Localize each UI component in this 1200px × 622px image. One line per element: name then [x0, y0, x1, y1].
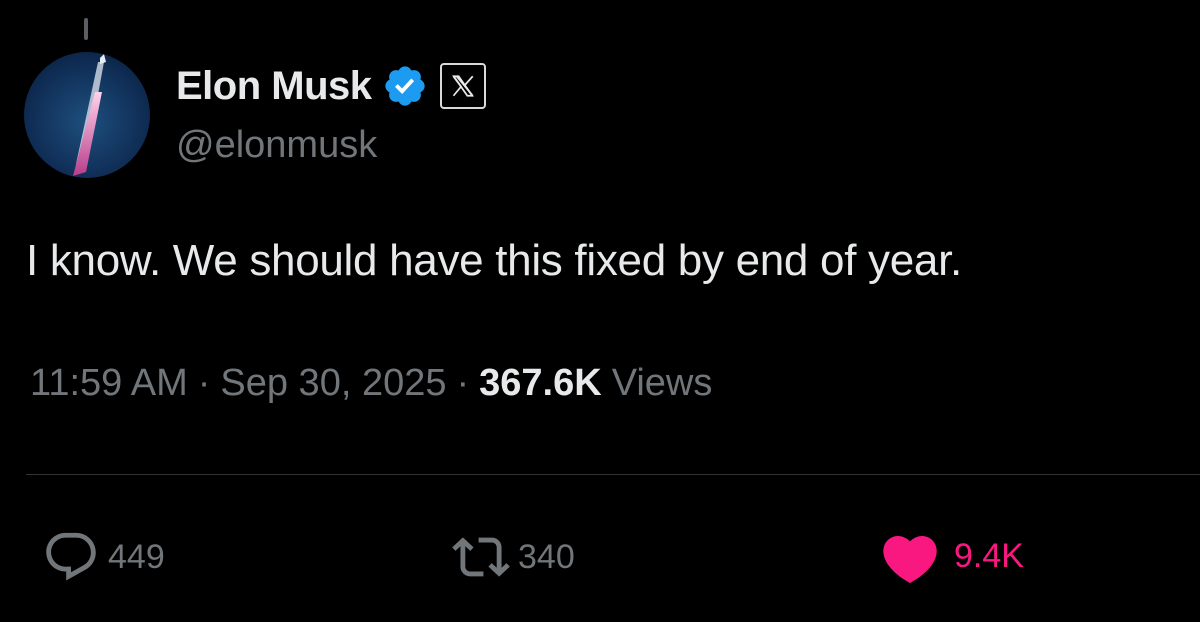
reply-count: 449: [108, 537, 165, 576]
like-count: 9.4K: [954, 536, 1024, 575]
tweet-text: I know. We should have this fixed by end…: [26, 236, 962, 285]
heart-icon: [883, 536, 937, 584]
retweet-icon: [452, 537, 510, 577]
thread-connector-line: [84, 18, 88, 40]
divider: [26, 474, 1200, 475]
reply-button[interactable]: 449: [42, 528, 165, 586]
meta-separator: ·: [197, 362, 211, 404]
action-bar: 449 340 9.4K: [0, 520, 1200, 590]
reply-icon: [46, 532, 96, 581]
tweet-time[interactable]: 11:59 AM: [30, 362, 188, 405]
verified-badge-icon[interactable]: [382, 63, 428, 109]
meta-separator: ·: [456, 362, 470, 404]
views-count[interactable]: 367.6K: [479, 362, 602, 405]
views-label: Views: [611, 362, 713, 404]
tweet-date[interactable]: Sep 30, 2025: [220, 362, 446, 405]
display-name[interactable]: Elon Musk: [176, 64, 372, 109]
rocket-avatar-image: [24, 52, 150, 178]
retweet-button[interactable]: 340: [452, 528, 575, 586]
author-name-row: Elon Musk: [176, 60, 486, 112]
author-handle[interactable]: @elonmusk: [176, 124, 377, 167]
tweet: Elon Musk @elonmusk I know. We should ha…: [0, 0, 1200, 622]
like-button[interactable]: 9.4K: [878, 526, 1024, 586]
x-logo-icon[interactable]: [439, 63, 486, 109]
tweet-meta: 11:59 AM · Sep 30, 2025 · 367.6K Views: [30, 362, 712, 405]
avatar[interactable]: [24, 52, 150, 178]
retweet-count: 340: [518, 537, 575, 576]
